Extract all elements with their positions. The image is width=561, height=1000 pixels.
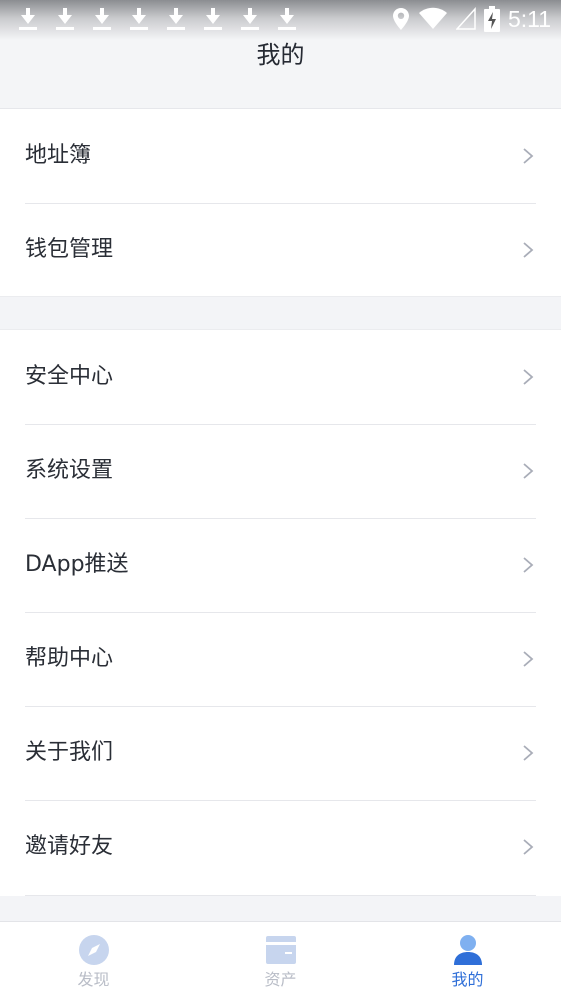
menu-item-address-book[interactable]: 地址簿 (0, 109, 561, 203)
chevron-right-icon (523, 557, 534, 573)
download-icon (240, 6, 260, 30)
chevron-right-icon (523, 463, 534, 479)
app-header: 我的 (0, 40, 561, 109)
chevron-right-icon (523, 369, 534, 385)
download-icon (277, 6, 297, 30)
compass-icon (78, 934, 110, 970)
menu-item-help-center[interactable]: 帮助中心 (0, 612, 561, 706)
chevron-right-icon (523, 148, 534, 164)
menu-item-security-center[interactable]: 安全中心 (0, 330, 561, 424)
chevron-right-icon (523, 242, 534, 258)
menu-item-label: 地址簿 (25, 143, 92, 168)
menu-item-invite-friends[interactable]: 邀请好友 (0, 800, 561, 894)
menu-item-label: 邀请好友 (25, 834, 114, 859)
chevron-right-icon (523, 651, 534, 667)
download-icon (129, 6, 149, 30)
menu-item-label: 安全中心 (25, 364, 114, 389)
download-icon (55, 6, 75, 30)
menu-item-label: DApp推送 (25, 552, 129, 577)
wifi-icon (418, 7, 448, 31)
tab-assets[interactable]: 资产 (187, 922, 374, 1000)
menu-group-settings: 安全中心 系统设置 DApp推送 帮助中心 关于我们 邀请好友 (0, 329, 561, 896)
tab-label: 发现 (77, 970, 110, 989)
download-icon (166, 6, 186, 30)
page-title: 我的 (256, 41, 305, 69)
battery-charging-icon (483, 6, 500, 32)
download-icon (203, 6, 223, 30)
status-bar: 5:11 (0, 0, 561, 40)
menu-item-label: 钱包管理 (25, 237, 114, 262)
menu-item-label: 帮助中心 (25, 646, 114, 671)
menu-item-label: 关于我们 (25, 740, 114, 765)
menu-item-dapp-push[interactable]: DApp推送 (0, 518, 561, 612)
menu-item-about-us[interactable]: 关于我们 (0, 706, 561, 800)
bottom-tab-bar: 发现 资产 我的 (0, 921, 561, 1000)
person-icon (452, 934, 484, 970)
status-time: 5:11 (507, 5, 551, 32)
wallet-icon (265, 934, 297, 970)
download-icon (92, 6, 112, 30)
tab-mine[interactable]: 我的 (374, 922, 561, 1000)
signal-icon (455, 7, 476, 31)
chevron-right-icon (523, 745, 534, 761)
chevron-right-icon (523, 839, 534, 855)
menu-group-wallet: 地址簿 钱包管理 (0, 109, 561, 297)
menu-item-label: 系统设置 (25, 458, 114, 483)
location-icon (392, 7, 410, 31)
divider (25, 895, 536, 896)
tab-label: 资产 (264, 970, 297, 989)
menu-item-system-settings[interactable]: 系统设置 (0, 424, 561, 518)
download-icon (18, 6, 38, 30)
menu-item-wallet-management[interactable]: 钱包管理 (0, 203, 561, 297)
tab-label: 我的 (451, 970, 484, 989)
tab-discover[interactable]: 发现 (0, 922, 187, 1000)
download-notifications (18, 6, 297, 30)
